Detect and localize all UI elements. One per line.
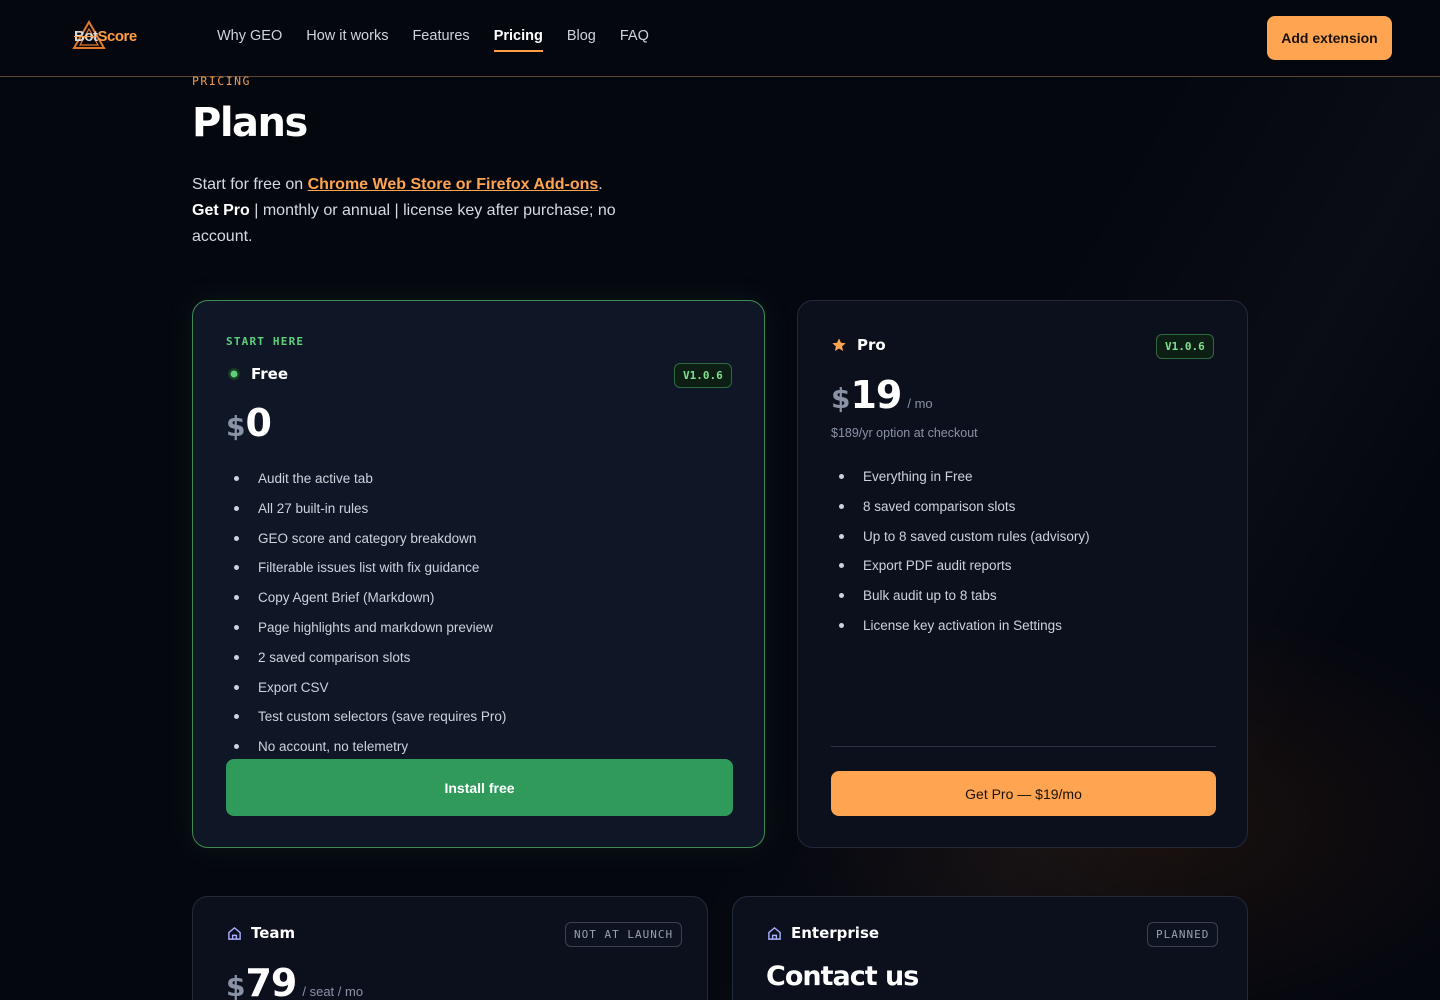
- nav-links: Why GEO How it works Features Pricing Bl…: [217, 28, 649, 52]
- enterprise-plan-card: Enterprise PLANNED Contact us: [732, 896, 1248, 1000]
- logo-text: BotScore: [74, 28, 137, 45]
- nav-link-how-it-works[interactable]: How it works: [306, 28, 388, 52]
- pro-version-badge: V1.0.6: [1156, 334, 1214, 359]
- feature-item: License key activation in Settings: [831, 616, 1090, 646]
- page-title: Plans: [192, 100, 308, 146]
- team-status-badge: NOT AT LAUNCH: [565, 922, 683, 947]
- feature-item: Audit the active tab: [226, 469, 506, 499]
- store-link[interactable]: Chrome Web Store or Firefox Add-ons: [308, 176, 599, 193]
- feature-item: 8 saved comparison slots: [831, 497, 1090, 527]
- section-eyebrow: PRICING: [192, 74, 251, 88]
- team-price: $79/ seat / mo: [226, 961, 364, 1000]
- add-extension-button[interactable]: Add extension: [1267, 16, 1392, 60]
- feature-item: 2 saved comparison slots: [226, 648, 506, 678]
- get-pro-button[interactable]: Get Pro — $19/mo: [831, 771, 1216, 816]
- free-plan-name: Free: [251, 365, 289, 383]
- free-plan-card: START HERE Free V1.0.6 $0 Audit the acti…: [192, 300, 765, 848]
- contact-us-heading: Contact us: [766, 961, 919, 992]
- pro-plan-name: Pro: [857, 336, 886, 354]
- logo[interactable]: BotScore: [72, 20, 142, 50]
- nav-link-features[interactable]: Features: [412, 28, 469, 52]
- home-icon: [228, 926, 241, 940]
- feature-item: Export CSV: [226, 678, 506, 708]
- top-nav: BotScore Why GEO How it works Features P…: [0, 0, 1440, 77]
- free-feature-list: Audit the active tab All 27 built-in rul…: [226, 469, 506, 767]
- team-plan-name: Team: [251, 924, 296, 942]
- feature-item: GEO score and category breakdown: [226, 529, 506, 559]
- pro-feature-list: Everything in Free 8 saved comparison sl…: [831, 467, 1090, 646]
- pro-divider: [831, 746, 1216, 747]
- feature-item: All 27 built-in rules: [226, 499, 506, 529]
- feature-item: Export PDF audit reports: [831, 556, 1090, 586]
- star-icon: [832, 338, 846, 351]
- free-price: $0: [226, 401, 272, 445]
- install-free-button[interactable]: Install free: [226, 759, 733, 816]
- feature-item: Copy Agent Brief (Markdown): [226, 588, 506, 618]
- pricing-lede: Start for free on Chrome Web Store or Fi…: [192, 176, 616, 245]
- status-dot-icon: [228, 368, 240, 380]
- nav-link-faq[interactable]: FAQ: [620, 28, 649, 52]
- pro-annual-note: $189/yr option at checkout: [831, 426, 978, 440]
- feature-item: Test custom selectors (save requires Pro…: [226, 707, 506, 737]
- feature-item: Everything in Free: [831, 467, 1090, 497]
- feature-item: Page highlights and markdown preview: [226, 618, 506, 648]
- nav-link-why-geo[interactable]: Why GEO: [217, 28, 282, 52]
- pro-plan-card: Pro V1.0.6 $19/ mo $189/yr option at che…: [797, 300, 1248, 848]
- pro-price: $19/ mo: [831, 373, 933, 417]
- nav-link-blog[interactable]: Blog: [567, 28, 596, 52]
- free-kicker: START HERE: [226, 335, 305, 348]
- free-version-badge: V1.0.6: [674, 363, 732, 388]
- enterprise-status-badge: PLANNED: [1147, 922, 1219, 947]
- feature-item: Bulk audit up to 8 tabs: [831, 586, 1090, 616]
- enterprise-plan-name: Enterprise: [791, 924, 880, 942]
- home-icon: [768, 926, 781, 940]
- team-plan-card: Team NOT AT LAUNCH $79/ seat / mo: [192, 896, 708, 1000]
- feature-item: Up to 8 saved custom rules (advisory): [831, 527, 1090, 557]
- nav-link-pricing[interactable]: Pricing: [493, 28, 543, 52]
- feature-item: Filterable issues list with fix guidance: [226, 558, 506, 588]
